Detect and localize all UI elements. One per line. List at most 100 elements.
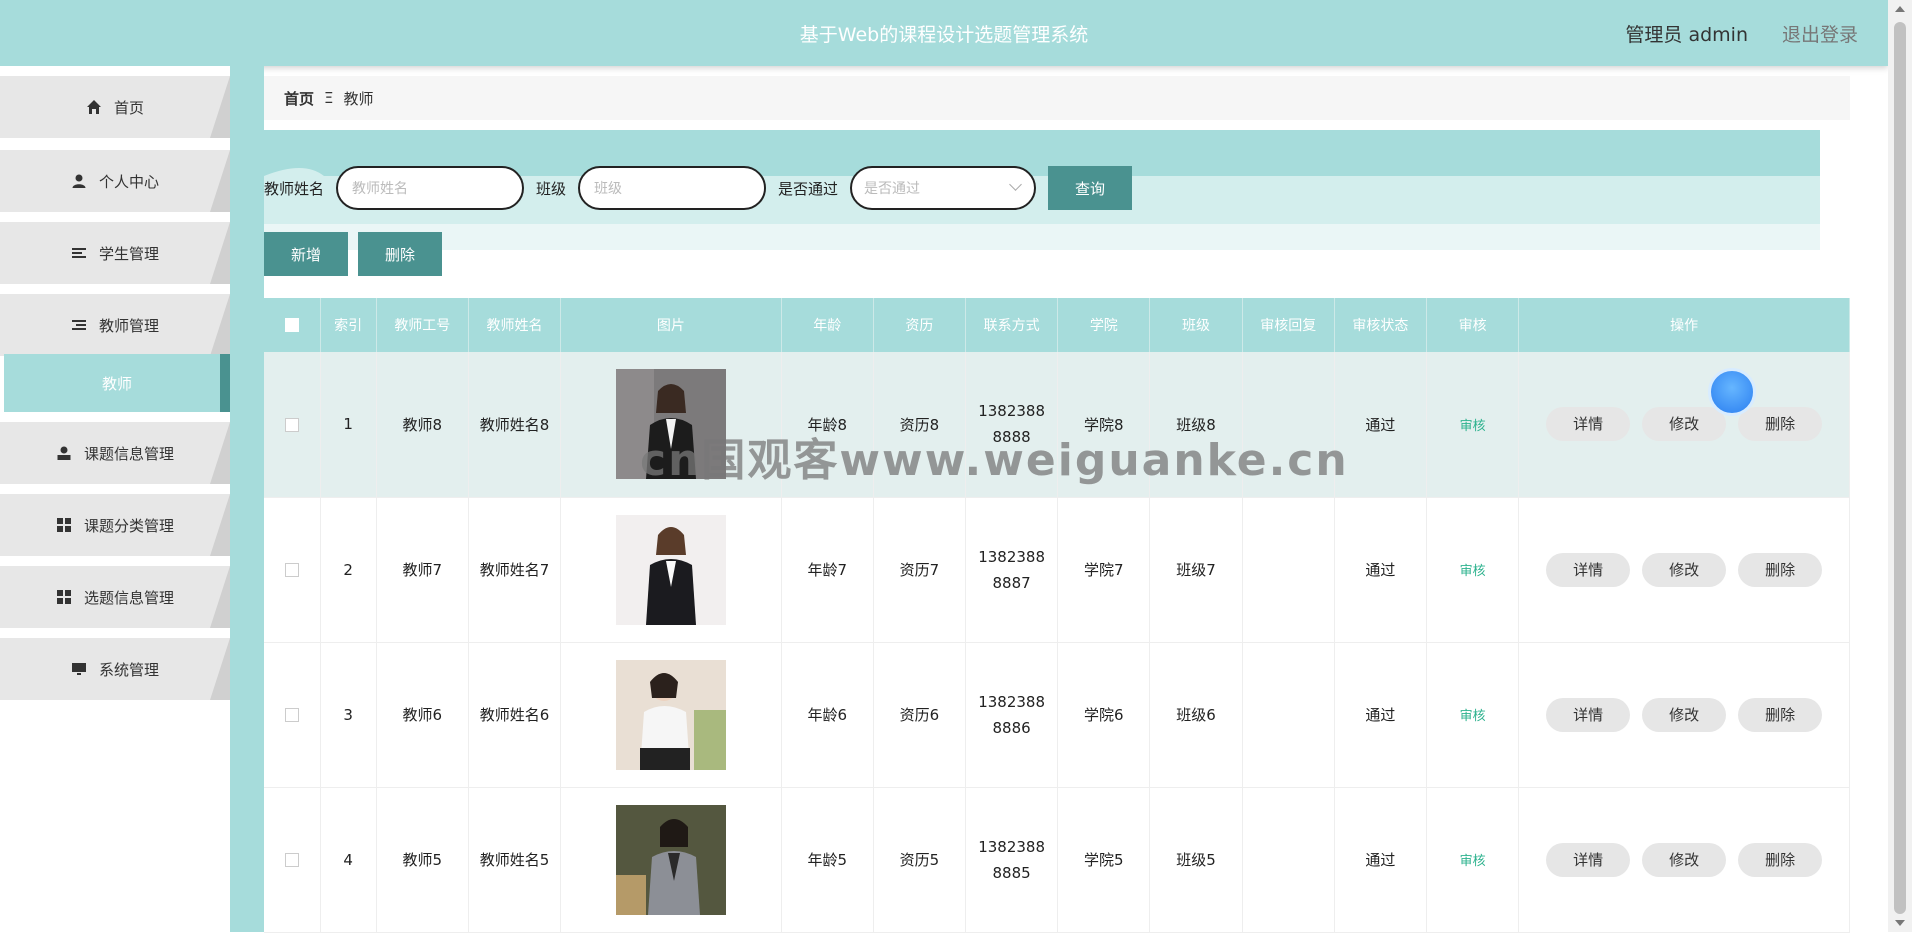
pass-select[interactable]: 是否通过 <box>850 166 1037 210</box>
column-header: 资历 <box>873 298 967 352</box>
home-icon <box>86 100 101 114</box>
add-button[interactable]: 新增 <box>264 232 348 276</box>
edit-button[interactable]: 修改 <box>1642 552 1727 587</box>
breadcrumb-current: 教师 <box>343 89 374 108</box>
sidebar-item-topic-category[interactable]: 课题分类管理 <box>0 494 230 556</box>
cell-age: 年龄5 <box>781 787 874 933</box>
teacher-photo <box>615 804 726 915</box>
cell-no: 教师6 <box>376 642 469 788</box>
cell-no: 教师7 <box>376 497 469 643</box>
cell-ops: 详情 修改 删除 <box>1518 642 1850 788</box>
tab-corner <box>210 422 230 484</box>
sidebar-item-label: 课题分类管理 <box>83 516 174 535</box>
column-header: 操作 <box>1518 298 1850 352</box>
cell-photo <box>560 642 782 788</box>
row-checkbox[interactable] <box>284 563 299 577</box>
column-header: 图片 <box>560 298 782 352</box>
cell-ops: 详情 修改 删除 <box>1518 352 1850 498</box>
sidebar-item-personal[interactable]: 个人中心 <box>0 150 230 212</box>
watermark: cn国观客www.weiguanke.cn <box>640 435 1349 486</box>
cell-index: 2 <box>320 497 377 643</box>
scroll-down-arrow-icon[interactable] <box>1895 920 1905 926</box>
cell-college: 学院7 <box>1057 497 1151 643</box>
cell-reply <box>1242 787 1335 933</box>
edit-button[interactable]: 修改 <box>1642 407 1727 442</box>
tab-corner <box>210 76 230 138</box>
teacher-name-input[interactable]: 教师姓名 <box>336 166 525 210</box>
detail-button[interactable]: 详情 <box>1546 842 1631 877</box>
chevron-down-icon <box>1009 178 1022 191</box>
cell-no: 教师8 <box>376 352 469 498</box>
top-header: 基于Web的课程设计选题管理系统 管理员 admin 退出登录 <box>0 0 1888 66</box>
delete-row-button[interactable]: 删除 <box>1738 407 1823 442</box>
cell-age: 年龄7 <box>781 497 874 643</box>
select-all-checkbox[interactable] <box>284 318 299 332</box>
sidebar-item-topic-info[interactable]: 课题信息管理 <box>0 422 230 484</box>
column-header: 联系方式 <box>965 298 1059 352</box>
cell-class: 班级6 <box>1149 642 1243 788</box>
logout-link[interactable]: 退出登录 <box>1782 20 1858 47</box>
sidebar-item-system[interactable]: 系统管理 <box>0 638 230 700</box>
pass-select-placeholder: 是否通过 <box>864 181 921 197</box>
sidebar-item-label: 教师 <box>101 374 132 393</box>
edit-button[interactable]: 修改 <box>1642 697 1727 732</box>
row-checkbox[interactable] <box>284 417 299 432</box>
sidebar-item-label: 选题信息管理 <box>83 588 174 607</box>
detail-button[interactable]: 详情 <box>1546 552 1631 587</box>
breadcrumb-home[interactable]: 首页 <box>284 88 314 109</box>
sidebar: 首页 个人中心 学生管理 教师管理 教师 课题信息管理 课题分类管理 选题信息管… <box>0 66 230 932</box>
row-checkbox-cell[interactable] <box>264 642 321 788</box>
detail-button[interactable]: 详情 <box>1546 407 1631 442</box>
list-icon <box>71 320 86 330</box>
row-checkbox[interactable] <box>284 853 299 867</box>
cell-no: 教师5 <box>376 787 469 933</box>
cell-college: 学院6 <box>1057 642 1151 788</box>
table-header-row: 索引 教师工号 教师姓名 图片 年龄 资历 联系方式 学院 班级 审核回复 审核… <box>264 298 1850 352</box>
audit-link[interactable]: 审核 <box>1460 564 1486 579</box>
sidebar-item-label: 首页 <box>113 98 144 117</box>
column-header: 学院 <box>1057 298 1151 352</box>
tab-corner <box>210 222 230 284</box>
row-checkbox[interactable] <box>284 708 299 722</box>
cell-ops: 详情 修改 删除 <box>1518 787 1850 933</box>
cell-index: 4 <box>320 787 377 933</box>
table-row: 3 教师6 教师姓名6 年龄6 资历6 13823888886 学院6 班级6 … <box>264 642 1850 788</box>
audit-link[interactable]: 审核 <box>1460 709 1486 724</box>
delete-row-button[interactable]: 删除 <box>1738 697 1823 732</box>
active-edge <box>220 354 230 412</box>
row-checkbox-cell[interactable] <box>264 497 321 643</box>
scroll-thumb[interactable] <box>1894 22 1906 914</box>
select-all-header[interactable] <box>264 298 321 352</box>
user-label: 管理员 admin <box>1625 24 1748 46</box>
sidebar-item-selection[interactable]: 选题信息管理 <box>0 566 230 628</box>
delete-button[interactable]: 删除 <box>358 232 442 276</box>
row-checkbox-cell[interactable] <box>264 787 321 933</box>
audit-link[interactable]: 审核 <box>1460 854 1486 869</box>
cell-name: 教师姓名7 <box>468 497 562 643</box>
sidebar-item-label: 教师管理 <box>98 316 159 335</box>
sidebar-item-students[interactable]: 学生管理 <box>0 222 230 284</box>
edit-button[interactable]: 修改 <box>1642 842 1727 877</box>
delete-row-button[interactable]: 删除 <box>1738 552 1823 587</box>
cell-college: 学院5 <box>1057 787 1151 933</box>
sidebar-item-home[interactable]: 首页 <box>0 76 230 138</box>
detail-button[interactable]: 详情 <box>1546 697 1631 732</box>
class-input[interactable]: 班级 <box>578 166 767 210</box>
teacher-table: 索引 教师工号 教师姓名 图片 年龄 资历 联系方式 学院 班级 审核回复 审核… <box>264 298 1850 933</box>
cell-photo <box>560 787 782 933</box>
sidebar-subitem-teacher[interactable]: 教师 <box>4 354 230 412</box>
sidebar-item-teachers[interactable]: 教师管理 <box>0 294 230 356</box>
cell-status: 通过 <box>1334 787 1428 933</box>
scroll-up-arrow-icon[interactable] <box>1895 6 1905 12</box>
table-row: 2 教师7 教师姓名7 年龄7 资历7 13823888887 学院7 班级7 … <box>264 497 1850 643</box>
audit-link[interactable]: 审核 <box>1460 419 1486 434</box>
table-row: 4 教师5 教师姓名5 年龄5 资历5 13823888885 学院5 班级5 … <box>264 787 1850 933</box>
tab-corner <box>210 294 230 356</box>
query-button[interactable]: 查询 <box>1048 166 1133 210</box>
floating-assistant-icon[interactable] <box>1708 368 1756 416</box>
row-checkbox-cell[interactable] <box>264 352 321 498</box>
tab-corner <box>210 150 230 212</box>
cell-index: 3 <box>320 642 377 788</box>
delete-row-button[interactable]: 删除 <box>1738 842 1823 877</box>
vertical-scrollbar[interactable] <box>1888 0 1912 932</box>
